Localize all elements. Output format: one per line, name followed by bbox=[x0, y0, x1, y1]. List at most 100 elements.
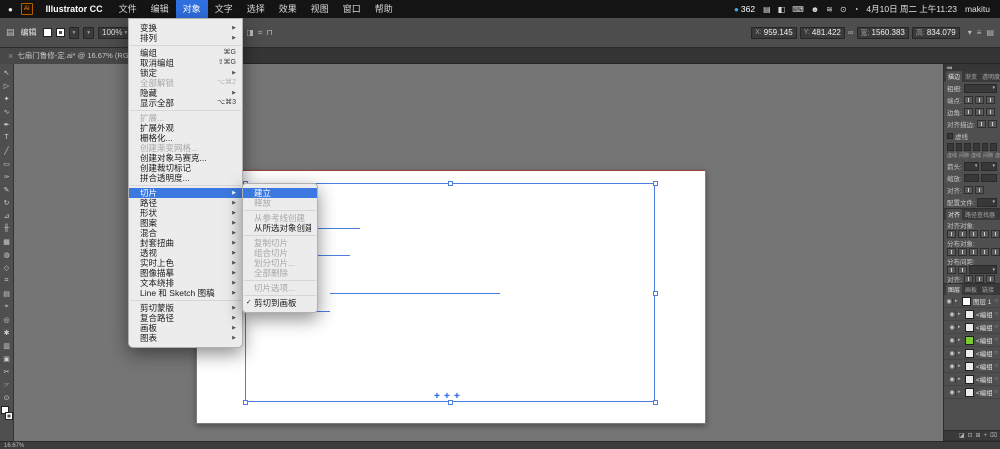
free-transform-tool[interactable]: ▦ bbox=[0, 235, 13, 248]
scale-start-input[interactable] bbox=[963, 174, 980, 182]
cap-button[interactable] bbox=[974, 96, 984, 104]
stroke-weight-input[interactable]: ▾ bbox=[963, 83, 997, 93]
object-menu-item-25[interactable]: 实时上色 ▶ bbox=[129, 258, 242, 268]
align-tab-1[interactable]: 对齐 bbox=[946, 209, 963, 220]
corner-button[interactable] bbox=[963, 108, 973, 116]
align-to-button[interactable] bbox=[974, 274, 984, 283]
selection-handle[interactable] bbox=[448, 181, 453, 186]
app-menu-title[interactable]: Illustrator CC bbox=[39, 0, 110, 18]
object-menu-item-33[interactable]: 图表 ▶ bbox=[129, 333, 242, 343]
display-icon[interactable]: ▤ bbox=[763, 5, 771, 14]
layer-row-group[interactable]: ◉▸ <编组>○ bbox=[944, 373, 1000, 386]
align-tab-2[interactable]: 路径查找器 bbox=[963, 209, 997, 220]
object-menu-item-20[interactable]: 形状 ▶ bbox=[129, 208, 242, 218]
selection-handle[interactable] bbox=[653, 181, 658, 186]
arrowhead-end-dropdown[interactable]: ▾ bbox=[981, 161, 997, 171]
new-sublayer-icon[interactable]: ⊞ bbox=[976, 432, 981, 439]
object-menu-item-0[interactable]: 变换 ▶ bbox=[129, 23, 242, 33]
symbol-sprayer-tool[interactable]: ✱ bbox=[0, 326, 13, 339]
fill-swatch[interactable] bbox=[42, 28, 52, 37]
arrow-align-button[interactable] bbox=[974, 186, 984, 194]
gradient-tool[interactable]: ▤ bbox=[0, 287, 13, 300]
keyboard-icon[interactable]: ⌨ bbox=[792, 5, 804, 14]
corner-button[interactable] bbox=[974, 108, 984, 116]
dash-value-input[interactable] bbox=[990, 142, 998, 151]
object-menu-item-8[interactable]: 显示全部 ⌥⌘3 bbox=[129, 98, 242, 108]
collapse-panels-icon[interactable]: ◀◀ bbox=[946, 65, 952, 71]
scale-end-input[interactable] bbox=[981, 174, 997, 182]
object-menu-item-12[interactable]: 栅格化... bbox=[129, 133, 242, 143]
object-menu-item-30[interactable]: 剪切蒙版 ▶ bbox=[129, 303, 242, 313]
expand-arrow-icon[interactable]: ▸ bbox=[958, 389, 963, 395]
slice-tool[interactable]: ✂ bbox=[0, 365, 13, 378]
object-menu-item-24[interactable]: 透视 ▶ bbox=[129, 248, 242, 258]
object-menu-item-31[interactable]: 复合路径 ▶ bbox=[129, 313, 242, 323]
line-segment-tool[interactable]: ╱ bbox=[0, 144, 13, 157]
link-dimensions-icon[interactable]: ∞ bbox=[848, 28, 854, 37]
rotate-tool[interactable]: ↻ bbox=[0, 196, 13, 209]
visibility-eye-icon[interactable]: ◉ bbox=[949, 349, 956, 357]
align-object-button[interactable] bbox=[980, 229, 989, 238]
layers-tab-2[interactable]: 画板 bbox=[963, 284, 979, 295]
cap-button[interactable] bbox=[963, 96, 973, 104]
slice-menu-item-4[interactable]: 从所选对象创建 bbox=[243, 223, 317, 233]
width-tool[interactable]: ╫ bbox=[0, 222, 13, 235]
object-menu-item-32[interactable]: 画板 ▶ bbox=[129, 323, 242, 333]
object-menu-item-4[interactable]: 取消编组 ⇧⌘G bbox=[129, 58, 242, 68]
arrange-icon[interactable]: ⌗ bbox=[258, 28, 263, 38]
mirroring-icon[interactable]: ◧ bbox=[778, 5, 786, 14]
rectangle-tool[interactable]: ▭ bbox=[0, 157, 13, 170]
anchor-point-icon[interactable]: ✚ bbox=[454, 393, 460, 400]
collect-export-icon[interactable]: ◪ bbox=[959, 432, 965, 439]
object-menu-item-5[interactable]: 锁定 ▶ bbox=[129, 68, 242, 78]
close-tab-icon[interactable]: × bbox=[8, 51, 13, 61]
target-circle-icon[interactable]: ○ bbox=[994, 324, 998, 330]
menubar-item-4[interactable]: 文字 bbox=[208, 0, 240, 18]
stroke-tab-1[interactable]: 描边 bbox=[946, 71, 963, 82]
wifi-icon[interactable]: ≋ bbox=[826, 5, 833, 14]
menubar-item-8[interactable]: 窗口 bbox=[336, 0, 368, 18]
layers-tab-1[interactable]: 图层 bbox=[946, 284, 963, 295]
apple-menu-icon[interactable]: ● bbox=[8, 5, 13, 14]
paintbrush-tool[interactable]: ✑ bbox=[0, 170, 13, 183]
dashed-line-checkbox[interactable] bbox=[947, 133, 953, 139]
target-circle-icon[interactable]: ○ bbox=[994, 350, 998, 356]
cap-button[interactable] bbox=[985, 96, 995, 104]
expand-arrow-icon[interactable]: ▸ bbox=[958, 311, 963, 317]
pencil-tool[interactable]: ✎ bbox=[0, 183, 13, 196]
object-menu-item-19[interactable]: 路径 ▶ bbox=[129, 198, 242, 208]
object-menu-item-11[interactable]: 扩展外观 bbox=[129, 123, 242, 133]
dash-value-input[interactable] bbox=[981, 142, 989, 151]
delete-layer-icon[interactable]: ⌧ bbox=[990, 432, 997, 439]
target-circle-icon[interactable]: ○ bbox=[994, 311, 998, 317]
anchor-point-icon[interactable]: ✚ bbox=[444, 393, 450, 400]
target-circle-icon[interactable]: ○ bbox=[994, 363, 998, 369]
expand-arrow-icon[interactable]: ▸ bbox=[958, 376, 963, 382]
menubar-item-3[interactable]: 对象 bbox=[175, 0, 208, 18]
selection-handle[interactable] bbox=[243, 400, 248, 405]
visibility-eye-icon[interactable]: ◉ bbox=[949, 375, 956, 383]
distribute-object-button[interactable] bbox=[980, 247, 989, 256]
visibility-eye-icon[interactable]: ◉ bbox=[949, 310, 956, 318]
target-circle-icon[interactable]: ○ bbox=[994, 376, 998, 382]
object-menu-item-28[interactable]: Line 和 Sketch 图稿 ▶ bbox=[129, 288, 242, 298]
menu-bar-user[interactable]: makitu bbox=[965, 4, 990, 14]
align-to-button[interactable] bbox=[963, 274, 973, 283]
stroke-tab-3[interactable]: 透明度 bbox=[980, 71, 1000, 82]
distribute-object-button[interactable] bbox=[991, 247, 1000, 256]
expand-arrow-icon[interactable]: ▸ bbox=[958, 363, 963, 369]
expand-arrow-icon[interactable]: ▸ bbox=[958, 324, 963, 330]
layer-row-group[interactable]: ◉▸ <编组>○ bbox=[944, 347, 1000, 360]
align-stroke-button[interactable] bbox=[976, 120, 986, 128]
stroke-tab-2[interactable]: 渐变 bbox=[963, 71, 979, 82]
spotlight-icon[interactable]: ⊙ bbox=[840, 5, 847, 14]
selection-handle[interactable] bbox=[653, 400, 658, 405]
panel-dock-icon[interactable]: ▤ bbox=[986, 28, 994, 37]
object-menu-item-18[interactable]: 切片 ▶ bbox=[129, 188, 242, 198]
visibility-eye-icon[interactable]: ◉ bbox=[949, 323, 956, 331]
object-menu-item-1[interactable]: 排列 ▶ bbox=[129, 33, 242, 43]
layer-row-group[interactable]: ◉▸ <编组>○ bbox=[944, 386, 1000, 399]
control-center-icon[interactable]: ◔ bbox=[854, 5, 859, 14]
column-graph-tool[interactable]: ▥ bbox=[0, 339, 13, 352]
distribute-spacing-button[interactable] bbox=[947, 265, 956, 274]
